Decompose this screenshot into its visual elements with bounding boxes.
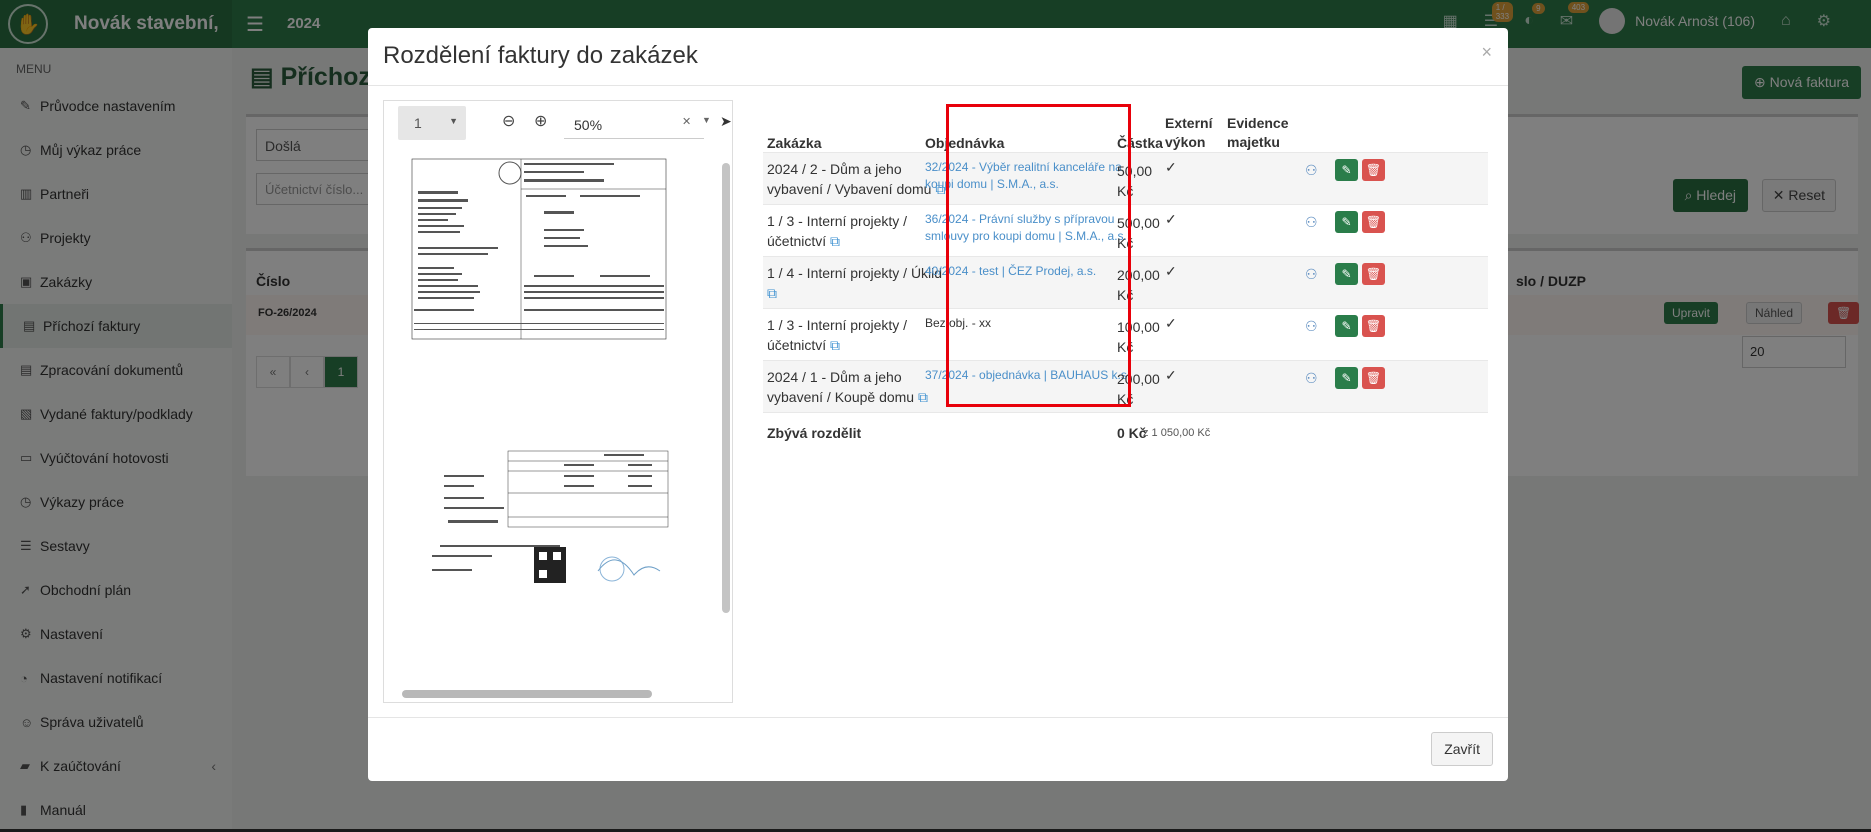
check-icon: ✓ (1165, 263, 1177, 279)
check-icon: ✓ (1165, 211, 1177, 227)
edit-row-button[interactable]: ✎ (1335, 263, 1358, 285)
zakazka-cell: 2024 / 1 - Dům a jeho vybavení / Koupě d… (767, 367, 947, 407)
zoom-dropdown-icon[interactable]: ▼ (702, 115, 711, 125)
vertical-scrollbar[interactable] (722, 163, 730, 613)
external-link-icon[interactable]: ⧉ (830, 233, 840, 249)
modal-footer: Zavřít (368, 717, 1508, 781)
zakazka-cell: 1 / 3 - Interní projekty / účetnictví ⧉ (767, 211, 947, 251)
zoom-out-icon[interactable]: ⊖ (502, 111, 515, 131)
edit-row-button[interactable]: ✎ (1335, 211, 1358, 233)
zakazka-cell: 1 / 4 - Interní projekty / Úklid ⧉ (767, 263, 947, 303)
summary-total: z 1 050,00 Kč (1143, 427, 1211, 439)
app-root: ✋ Novák stavební, ☰ 2024 ▦ ☰1 / 333 ◐9 ✉… (0, 0, 1871, 829)
pdf-page[interactable] (384, 151, 722, 683)
col-header-evidence: Evidence majetku (1227, 115, 1289, 150)
invoice-thumbnail (411, 158, 669, 583)
close-button[interactable]: Zavřít (1431, 732, 1493, 766)
delete-row-button[interactable]: 🗑 (1362, 159, 1385, 181)
external-link-icon[interactable]: ⧉ (830, 337, 840, 353)
edit-row-button[interactable]: ✎ (1335, 159, 1358, 181)
summary-row: Zbývá rozdělit 0 Kč z 1 050,00 Kč (763, 412, 1488, 452)
external-link-icon[interactable]: ⧉ (767, 285, 777, 301)
row-actions: ⚇ ✎ 🗑 (1305, 263, 1385, 285)
horizontal-scrollbar[interactable] (402, 690, 652, 698)
col-header-externi: Externí výkon (1165, 115, 1213, 150)
zakazka-text: 1 / 4 - Interní projekty / Úklid (767, 265, 943, 281)
delete-row-button[interactable]: 🗑 (1362, 315, 1385, 337)
summary-label: Zbývá rozdělit (767, 425, 862, 441)
zakazka-text: 2024 / 1 - Dům a jeho vybavení / Koupě d… (767, 369, 915, 405)
assign-user-icon[interactable]: ⚇ (1305, 266, 1325, 283)
assign-user-icon[interactable]: ⚇ (1305, 214, 1325, 231)
delete-row-button[interactable]: 🗑 (1362, 263, 1385, 285)
delete-row-button[interactable]: 🗑 (1362, 367, 1385, 389)
row-actions: ⚇ ✎ 🗑 (1305, 211, 1385, 233)
zakazka-cell: 2024 / 2 - Dům a jeho vybavení / Vybaven… (767, 159, 947, 199)
assign-user-icon[interactable]: ⚇ (1305, 370, 1325, 387)
pdf-toolbar: 1 ▼ ⊖ ⊕ 50% ✕ ▼ ➤ (384, 101, 732, 147)
zakazka-text: 2024 / 2 - Dům a jeho vybavení / Vybaven… (767, 161, 932, 197)
split-invoice-modal: Rozdělení faktury do zakázek × 1 ▼ ⊖ ⊕ 50… (368, 28, 1508, 781)
check-icon: ✓ (1165, 159, 1177, 175)
pdf-viewer: 1 ▼ ⊖ ⊕ 50% ✕ ▼ ➤ (383, 100, 733, 703)
page-select[interactable]: 1 ▼ (398, 106, 466, 140)
edit-row-button[interactable]: ✎ (1335, 367, 1358, 389)
edit-row-button[interactable]: ✎ (1335, 315, 1358, 337)
check-icon: ✓ (1165, 315, 1177, 331)
zoom-in-icon[interactable]: ⊕ (534, 111, 547, 131)
cursor-tool-icon[interactable]: ➤ (720, 113, 732, 130)
assign-user-icon[interactable]: ⚇ (1305, 318, 1325, 335)
highlight-box (946, 104, 1131, 407)
modal-header: Rozdělení faktury do zakázek × (368, 28, 1508, 86)
check-icon: ✓ (1165, 367, 1177, 383)
row-actions: ⚇ ✎ 🗑 (1305, 315, 1385, 337)
external-link-icon[interactable]: ⧉ (918, 389, 928, 405)
modal-title: Rozdělení faktury do zakázek (383, 42, 698, 69)
chevron-down-icon: ▼ (449, 116, 458, 126)
close-icon[interactable]: × (1481, 42, 1492, 63)
delete-row-button[interactable]: 🗑 (1362, 211, 1385, 233)
clear-zoom-icon[interactable]: ✕ (682, 115, 691, 128)
row-actions: ⚇ ✎ 🗑 (1305, 367, 1385, 389)
zakazka-cell: 1 / 3 - Interní projekty / účetnictví ⧉ (767, 315, 947, 355)
row-actions: ⚇ ✎ 🗑 (1305, 159, 1385, 181)
page-select-value: 1 (414, 115, 422, 131)
assign-user-icon[interactable]: ⚇ (1305, 162, 1325, 179)
col-header-zakazka: Zakázka (767, 135, 822, 151)
